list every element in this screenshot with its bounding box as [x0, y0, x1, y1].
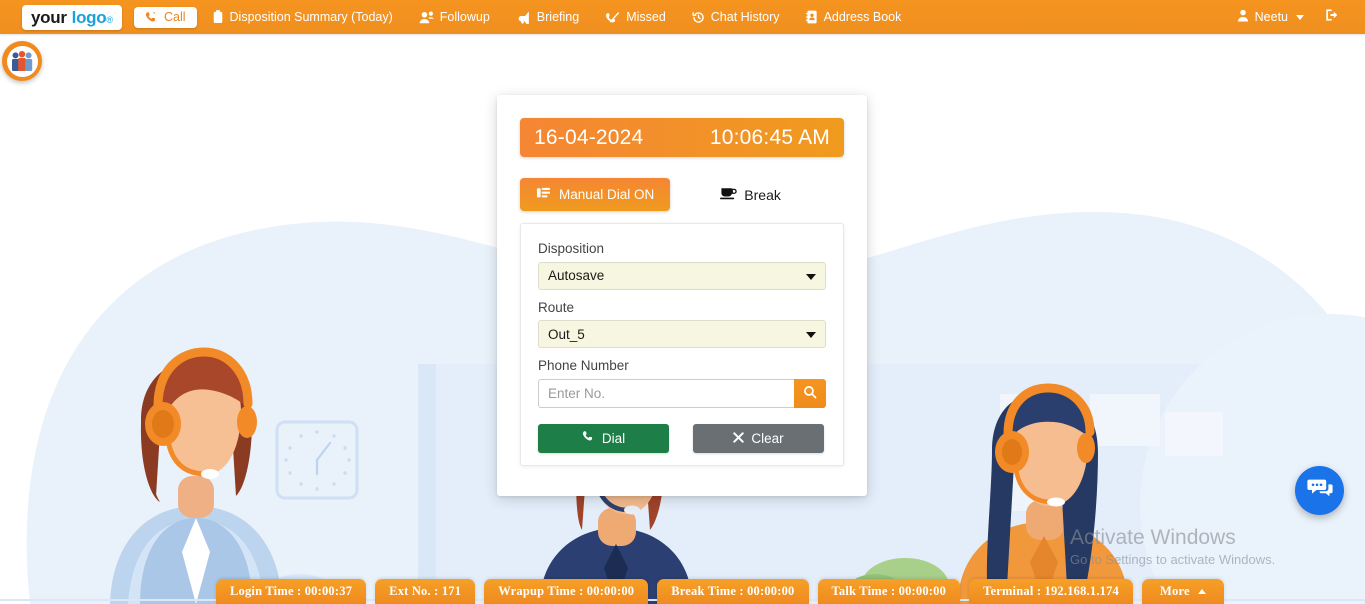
disposition-label: Disposition	[538, 241, 605, 256]
dial-button[interactable]: Dial	[538, 423, 669, 453]
manual-dial-label: Manual Dial ON	[559, 187, 655, 202]
route-select[interactable]: Out_5	[538, 320, 826, 349]
phone-icon	[582, 430, 595, 446]
current-time: 10:06:45 AM	[709, 125, 830, 149]
dial-button-label: Dial	[601, 430, 626, 446]
agents-group-icon	[6, 45, 38, 77]
dial-form-panel: Disposition Autosave Route Out_5 Phone N…	[520, 223, 844, 466]
logout-icon	[1324, 8, 1339, 27]
logo[interactable]: your logo ®	[22, 4, 122, 30]
agents-group-button[interactable]	[2, 41, 42, 81]
clear-button[interactable]: Clear	[693, 423, 824, 453]
top-navbar: your logo ® Call Disposition Summary (To…	[0, 0, 1365, 34]
phone-number-label: Phone Number	[538, 358, 629, 374]
disposition-select[interactable]: Autosave	[538, 261, 826, 290]
route-value: Out_5	[548, 326, 585, 342]
nav-item-address-book-label: Address Book	[823, 9, 902, 24]
status-more-button[interactable]: More	[1142, 579, 1224, 604]
nav-item-followup-label: Followup	[439, 9, 490, 24]
mode-row: Manual Dial ON Break	[520, 178, 844, 211]
break-label: Break	[744, 186, 781, 203]
search-icon	[803, 385, 817, 402]
clipboard-icon	[212, 10, 224, 24]
user-plus-icon	[419, 10, 434, 24]
status-pill-login-time[interactable]: Login Time : 00:00:37	[216, 579, 367, 604]
status-more-label: More	[1160, 584, 1190, 598]
nav-item-call[interactable]: Call	[133, 6, 197, 28]
caret-up-icon	[1197, 589, 1206, 594]
chevron-down-icon	[806, 273, 816, 280]
status-pill-wrapup-time[interactable]: Wrapup Time : 00:00:00	[484, 579, 649, 604]
phone-slash-icon	[605, 11, 620, 24]
logo-text-your: your	[31, 7, 67, 27]
nav-item-call-label: Call	[163, 9, 186, 24]
address-book-icon	[805, 10, 818, 24]
logo-registered-mark: ®	[106, 14, 113, 25]
chevron-down-icon	[806, 332, 816, 339]
nav-item-address-book[interactable]: Address Book	[795, 6, 913, 28]
chat-fab-button[interactable]	[1295, 466, 1344, 515]
status-pill-break-time[interactable]: Break Time : 00:00:00	[657, 579, 809, 604]
phone-number-row	[538, 378, 826, 408]
navbar-right: Neetu	[1229, 4, 1347, 31]
manual-dial-toggle-button[interactable]: Manual Dial ON	[520, 178, 671, 211]
clear-button-label: Clear	[751, 430, 784, 446]
chat-bubble-icon	[1306, 477, 1333, 504]
nav-item-disposition-summary-label: Disposition Summary (Today)	[229, 9, 393, 24]
user-name: Neetu	[1254, 10, 1288, 24]
current-date: 16-04-2024	[534, 125, 644, 149]
logout-button[interactable]	[1316, 4, 1347, 31]
bullhorn-icon	[516, 11, 531, 24]
datetime-bar: 16-04-2024 10:06:45 AM	[520, 118, 844, 157]
break-button[interactable]: Break	[720, 186, 781, 203]
nav-item-missed[interactable]: Missed	[594, 7, 677, 28]
dial-pad-icon	[536, 186, 551, 203]
phone-icon	[145, 11, 158, 24]
x-icon	[733, 431, 745, 446]
nav-item-chat-history[interactable]: Chat History	[681, 7, 791, 28]
bottom-status-bar: Login Time : 00:00:37 Ext No. : 171 Wrap…	[0, 578, 1365, 604]
coffee-cup-icon	[720, 186, 738, 203]
logo-text-logo: logo	[71, 7, 107, 27]
history-icon	[692, 11, 705, 24]
route-label: Route	[538, 299, 575, 315]
nav-item-disposition-summary[interactable]: Disposition Summary (Today)	[201, 6, 404, 28]
phone-search-button[interactable]	[794, 378, 826, 408]
nav-item-briefing-label: Briefing	[536, 9, 580, 24]
app-root: your logo ® Call Disposition Summary (To…	[0, 0, 1365, 604]
dial-actions: Dial Clear	[538, 423, 826, 453]
nav-item-briefing[interactable]: Briefing	[505, 7, 590, 28]
chevron-down-icon	[1296, 14, 1304, 20]
user-icon	[1237, 9, 1249, 25]
nav-item-chat-history-label: Chat History	[710, 9, 780, 24]
phone-number-input[interactable]	[538, 378, 794, 408]
nav-items: Call Disposition Summary (Today) Followu…	[132, 0, 914, 34]
status-pill-terminal[interactable]: Terminal : 192.168.1.174	[969, 579, 1133, 604]
status-pill-ext-no[interactable]: Ext No. : 171	[375, 579, 476, 604]
user-menu[interactable]: Neetu	[1229, 5, 1312, 29]
disposition-value: Autosave	[548, 268, 605, 284]
nav-item-missed-label: Missed	[626, 9, 666, 24]
dial-card: 16-04-2024 10:06:45 AM Manual Dial ON Br…	[497, 95, 867, 496]
status-pill-talk-time[interactable]: Talk Time : 00:00:00	[817, 579, 961, 604]
nav-item-followup[interactable]: Followup	[408, 7, 501, 28]
